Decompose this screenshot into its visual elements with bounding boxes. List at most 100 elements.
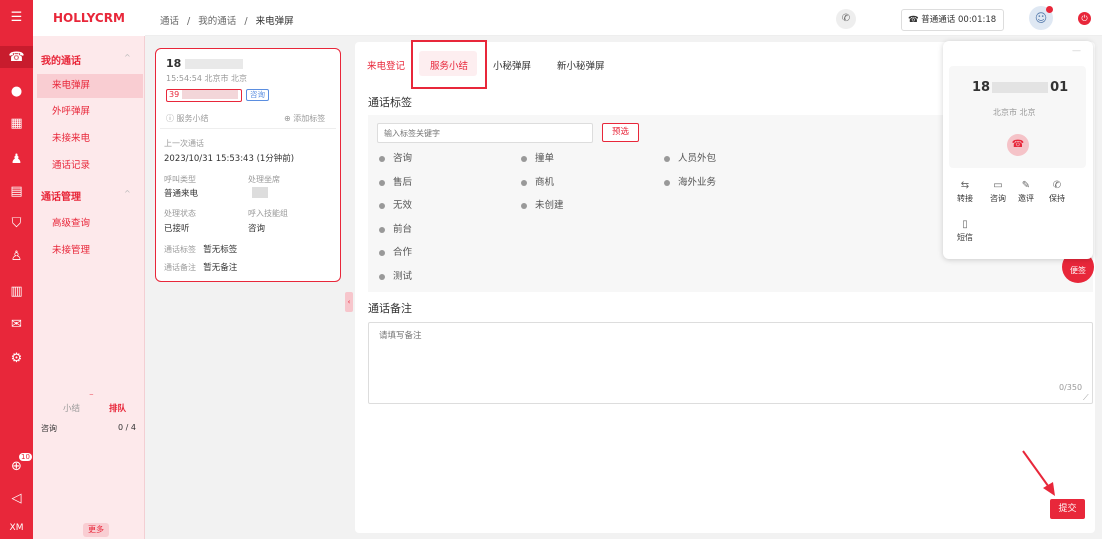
tag-label: 撞单	[535, 153, 555, 164]
skill-label: 呼入技能组	[248, 209, 288, 218]
service-summary-link[interactable]: ⓘ 服务小结	[166, 113, 209, 124]
call-status[interactable]: ☎ 普通通话 00:01:18	[901, 9, 1004, 31]
breadcrumb-separator: /	[187, 16, 191, 27]
sidebar-item-advanced-query[interactable]: 高级查询	[37, 212, 143, 236]
tag-option[interactable]: 海外业务	[664, 174, 716, 188]
resize-handle-icon[interactable]: ⟋	[1083, 393, 1089, 403]
add-tag-button[interactable]: ⊕ 添加标签	[284, 113, 325, 124]
dot-icon	[521, 202, 527, 209]
tab-incoming-register[interactable]: 来电登记	[367, 58, 405, 72]
sidebar-group-my-calls[interactable]: 我的通话	[41, 52, 81, 67]
phone-icon: ☎	[908, 15, 919, 25]
robot-icon[interactable]: ♙	[0, 245, 33, 267]
skill-value: 咨询	[248, 224, 266, 234]
icon-rail: ☰ ☎ ● ▦ ♟ ▤ ⛉ ♙ ▥ ✉ ⚙ ⊕ 10 ◁ XM	[0, 0, 33, 539]
tab-summary[interactable]: 小结	[63, 402, 80, 414]
consult-action[interactable]: ▭ 咨询	[986, 180, 1010, 204]
tab-active-marker-icon: ⁻	[89, 392, 94, 402]
sidebar-item-missed-management[interactable]: 未接管理	[37, 239, 143, 263]
grid-icon[interactable]: ▦	[0, 112, 33, 134]
arrow-line	[1022, 450, 1052, 491]
sidebar-item-outgoing-popup[interactable]: 外呼弹屏	[37, 100, 143, 124]
user-initials[interactable]: XM	[0, 517, 33, 539]
tag-option[interactable]: 无效	[379, 197, 412, 211]
edit-icon: ✎	[1021, 180, 1031, 191]
breadcrumb-item[interactable]: 通话	[160, 16, 179, 27]
tag-option[interactable]: 售后	[379, 174, 412, 188]
chat-icon[interactable]: ●	[0, 80, 33, 102]
collapse-handle[interactable]: ‹	[345, 292, 353, 312]
note-value: 暂无备注	[203, 263, 238, 273]
tag-option[interactable]: 未创建	[521, 197, 564, 211]
notes-section-title: 通话备注	[368, 302, 412, 315]
tab-secretary-popup[interactable]: 小秘弹屏	[493, 58, 531, 72]
transfer-action[interactable]: ⇆ 转接	[953, 180, 977, 204]
tag-option[interactable]: 商机	[521, 174, 554, 188]
invite-review-action[interactable]: ✎ 邀评	[1014, 180, 1038, 204]
sidebar-group-call-management[interactable]: 通话管理	[41, 188, 81, 203]
tag-option[interactable]: 人员外包	[664, 150, 716, 164]
settings-icon[interactable]: ⚙	[0, 347, 33, 369]
dot-icon	[379, 202, 385, 209]
chat-bubble-icon: ▭	[993, 180, 1003, 191]
redacted-block	[185, 59, 244, 69]
sms-action[interactable]: ▯ 短信	[953, 219, 977, 243]
panel-phone-number: 18 01	[972, 80, 1068, 95]
power-icon[interactable]: ⏻	[1078, 12, 1091, 25]
last-call-label: 上一次通话	[164, 139, 204, 148]
submit-button[interactable]: 提交	[1050, 499, 1085, 519]
action-label: 转接	[957, 194, 973, 203]
sidebar-item-incoming-popup[interactable]: 来电弹屏	[37, 74, 143, 98]
hold-action[interactable]: ✆ 保持	[1045, 180, 1069, 204]
action-label: 短信	[957, 233, 973, 242]
redacted-block	[252, 187, 268, 198]
sidebar-item-call-records[interactable]: 通话记录	[37, 154, 143, 178]
sidebar-item-missed-calls[interactable]: 未接来电	[37, 127, 143, 151]
document-icon[interactable]: ▤	[0, 180, 33, 202]
tab-new-secretary-popup[interactable]: 新小秘弹屏	[557, 58, 605, 72]
dot-icon	[379, 273, 385, 280]
transfer-icon: ⇆	[960, 180, 970, 191]
add-tag-label: 添加标签	[293, 114, 326, 123]
dot-icon	[379, 249, 385, 256]
more-button[interactable]: 更多	[83, 523, 109, 537]
tag-option[interactable]: 撞单	[521, 150, 554, 164]
tag-option[interactable]: 咨询	[379, 150, 412, 164]
tag-label: 测试	[393, 271, 413, 282]
dial-icon[interactable]: ✆	[836, 9, 856, 29]
dot-icon	[379, 226, 385, 233]
minimize-icon[interactable]: —	[1072, 46, 1081, 56]
chevron-up-icon[interactable]: ^	[124, 189, 131, 198]
collapse-icon[interactable]: ◁	[0, 487, 33, 509]
tag-search-input[interactable]	[377, 123, 593, 143]
chart-icon[interactable]: ▥	[0, 280, 33, 302]
action-label: 保持	[1049, 194, 1065, 203]
tag-value: 暂无标签	[203, 245, 238, 255]
breadcrumb-item[interactable]: 我的通话	[198, 16, 236, 27]
message-icon[interactable]: ✉	[0, 313, 33, 335]
notification-icon[interactable]: ⊕ 10	[0, 453, 33, 477]
tag-option[interactable]: 测试	[379, 268, 412, 282]
tag-label: 售后	[393, 177, 413, 188]
tag-option[interactable]: 前台	[379, 221, 412, 235]
tab-queue[interactable]: 排队	[109, 402, 126, 414]
shield-icon[interactable]: ⛉	[0, 212, 33, 234]
call-time-location: 15:54:54 北京市 北京	[166, 74, 248, 83]
preselect-button[interactable]: 预选	[602, 123, 639, 142]
status-value: 已接听	[164, 224, 190, 234]
arrow-head	[1043, 482, 1055, 496]
phone-icon[interactable]: ☎	[0, 46, 33, 68]
user-icon[interactable]: ♟	[0, 148, 33, 170]
divider	[160, 128, 336, 129]
dot-icon	[379, 179, 385, 186]
agent-label: 处理坐席	[248, 175, 280, 184]
action-label: 邀评	[1018, 194, 1034, 203]
notes-textarea[interactable]	[368, 322, 1093, 404]
tag-option[interactable]: 合作	[379, 244, 412, 258]
notification-badge: 10	[19, 453, 32, 461]
menu-icon[interactable]: ☰	[0, 6, 33, 28]
tag-label: 海外业务	[678, 177, 717, 188]
chevron-up-icon[interactable]: ^	[124, 53, 131, 62]
hangup-icon[interactable]: ☎	[1007, 134, 1029, 156]
tag-label: 前台	[393, 224, 413, 235]
